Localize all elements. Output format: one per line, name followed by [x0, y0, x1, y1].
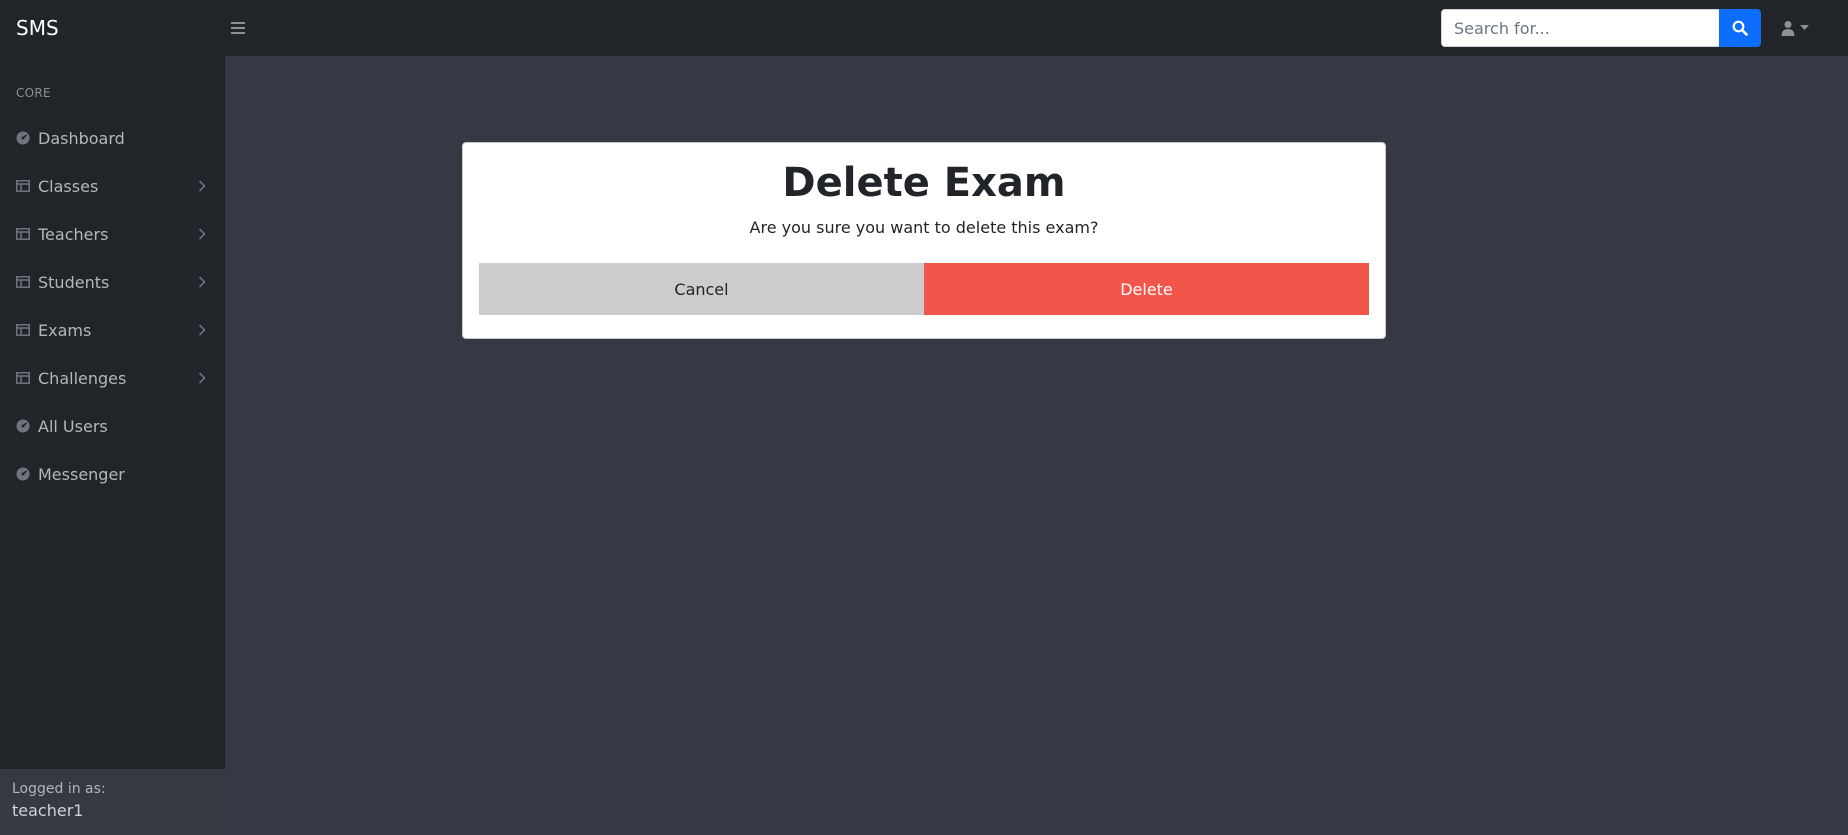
search-form — [1441, 9, 1761, 47]
sidebar-item-teachers[interactable]: Teachers — [0, 210, 225, 258]
sidebar-heading-core: CORE — [16, 86, 51, 100]
search-input[interactable] — [1441, 9, 1719, 47]
sidebar-item-label: All Users — [38, 416, 108, 436]
sidebar-item-label: Dashboard — [38, 128, 125, 148]
chevron-right-icon — [198, 324, 206, 336]
sidebar-item-all-users[interactable]: All Users — [0, 402, 225, 450]
table-icon — [16, 179, 30, 193]
chevron-right-icon — [198, 180, 206, 192]
table-icon — [16, 227, 30, 241]
sidebar-item-students[interactable]: Students — [0, 258, 225, 306]
dialog-message: Are you sure you want to delete this exa… — [749, 218, 1099, 237]
chevron-right-icon — [198, 372, 206, 384]
logged-in-label: Logged in as: — [12, 781, 106, 797]
sidebar: CORE Dashboard Classes Teachers Students… — [0, 56, 225, 835]
sidebar-item-classes[interactable]: Classes — [0, 162, 225, 210]
sidebar-item-label: Exams — [38, 320, 92, 340]
sidebar-item-dashboard[interactable]: Dashboard — [0, 114, 225, 162]
menu-icon — [231, 22, 245, 34]
user-dropdown-toggle[interactable] — [1780, 16, 1820, 40]
sidebar-item-label: Students — [38, 272, 110, 292]
gauge-icon — [16, 419, 30, 433]
table-icon — [16, 275, 30, 289]
sidebar-item-label: Challenges — [38, 368, 127, 388]
gauge-icon — [16, 467, 30, 481]
sidebar-item-label: Messenger — [38, 464, 125, 484]
brand-logo[interactable]: SMS — [16, 16, 59, 40]
sidebar-item-challenges[interactable]: Challenges — [0, 354, 225, 402]
sidebar-item-label: Classes — [38, 176, 99, 196]
sidebar-footer: Logged in as: teacher1 — [0, 769, 225, 835]
sidebar-item-exams[interactable]: Exams — [0, 306, 225, 354]
search-button[interactable] — [1719, 9, 1761, 47]
delete-exam-dialog: Delete Exam Are you sure you want to del… — [462, 142, 1386, 339]
sidebar-item-messenger[interactable]: Messenger — [0, 450, 225, 498]
sidebar-toggle-button[interactable] — [231, 14, 249, 42]
top-navbar: SMS — [0, 0, 1848, 56]
caret-down-icon — [1800, 25, 1809, 30]
dialog-title: Delete Exam — [782, 160, 1066, 206]
search-icon — [1732, 20, 1748, 36]
gauge-icon — [16, 131, 30, 145]
cancel-button[interactable]: Cancel — [479, 263, 924, 315]
sidebar-item-label: Teachers — [38, 224, 109, 244]
table-icon — [16, 371, 30, 385]
table-icon — [16, 323, 30, 337]
user-icon — [1781, 21, 1795, 36]
delete-button[interactable]: Delete — [924, 263, 1369, 315]
logged-in-username: teacher1 — [12, 801, 84, 820]
chevron-right-icon — [198, 276, 206, 288]
chevron-right-icon — [198, 228, 206, 240]
